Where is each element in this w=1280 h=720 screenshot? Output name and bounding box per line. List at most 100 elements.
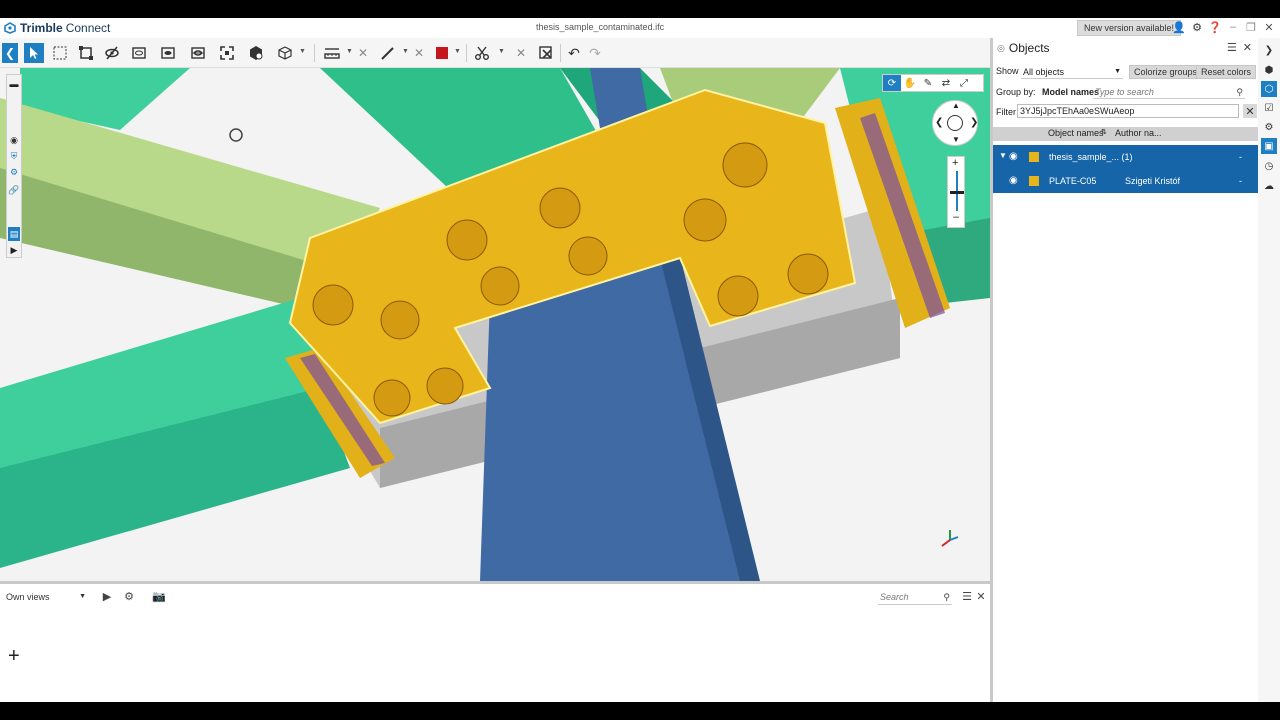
nav-right-icon[interactable]: ❯ — [970, 117, 978, 128]
help-icon[interactable]: ❓ — [1208, 20, 1222, 34]
eye-icon[interactable]: ◉ — [1009, 175, 1018, 186]
markup-clear-icon[interactable]: ✕ — [414, 46, 424, 60]
layers-icon[interactable]: ▤ — [8, 227, 20, 241]
object-icon — [250, 46, 263, 60]
model-scene[interactable] — [0, 68, 990, 581]
play-icon[interactable]: ▶ — [8, 243, 20, 257]
add-view-button[interactable]: + — [8, 646, 20, 666]
cube-icon[interactable]: ⬢ — [1261, 62, 1277, 78]
new-version-button[interactable]: New version available! — [1077, 20, 1182, 36]
panel-dock-icon[interactable]: ☰ — [960, 589, 974, 603]
toolbar-separator — [314, 44, 315, 62]
color-swatch[interactable] — [1029, 176, 1039, 186]
zoom-slider[interactable]: + – — [947, 156, 965, 228]
zoom-in-icon[interactable]: + — [952, 157, 958, 169]
gear-icon[interactable]: ⚙ — [1261, 119, 1277, 135]
cloud-icon[interactable]: ☁ — [1261, 178, 1277, 194]
select-tool-button[interactable] — [24, 43, 44, 63]
orbit-icon[interactable]: ⟳ — [883, 75, 901, 91]
file-name: thesis_sample_contaminated.ifc — [536, 22, 665, 32]
filter-clear-button[interactable]: ✕ — [1243, 104, 1257, 118]
pan-hand-icon[interactable]: ✋ — [901, 75, 919, 91]
section-icon — [132, 47, 146, 59]
scissors-button[interactable] — [472, 43, 492, 63]
section-button[interactable] — [129, 43, 149, 63]
checklist-icon[interactable]: ☑ — [1261, 100, 1277, 116]
measure-caret-icon[interactable]: ▼ — [346, 48, 353, 55]
objects-search-input[interactable]: Type to search ⚲ — [1093, 85, 1245, 99]
group-by-value[interactable]: Model names — [1042, 87, 1099, 97]
fit-button[interactable] — [76, 43, 96, 63]
gear-icon[interactable]: ⚙ — [122, 589, 136, 603]
hide-button[interactable] — [102, 43, 122, 63]
close-icon[interactable]: ✕ — [1262, 20, 1276, 34]
color-caret-icon[interactable]: ▼ — [454, 48, 461, 55]
user-icon[interactable]: 👤 — [1172, 20, 1186, 34]
clear-selection-button[interactable] — [536, 43, 556, 63]
slider-handle-icon[interactable]: ▬ — [8, 77, 20, 91]
expand-arrow-icon[interactable]: ▼ — [999, 151, 1007, 160]
eye-icon[interactable]: ◉ — [8, 133, 20, 147]
chevron-right-icon[interactable]: ❯ — [1261, 42, 1277, 58]
pin-icon[interactable]: ◎ — [997, 43, 1005, 54]
cube-button[interactable] — [275, 43, 295, 63]
column-object-names[interactable]: Object names — [1048, 128, 1104, 138]
markup-pen-button[interactable] — [378, 43, 398, 63]
link-icon[interactable]: 🔗 — [8, 183, 20, 197]
zoom-handle[interactable] — [950, 191, 964, 194]
expand-button[interactable] — [217, 43, 237, 63]
measure-button[interactable] — [322, 43, 342, 63]
minimize-icon[interactable]: – — [1226, 20, 1240, 34]
nav-left-icon[interactable]: ❮ — [935, 117, 943, 128]
restore-icon[interactable]: ❐ — [1244, 20, 1258, 34]
nav-center-icon[interactable] — [947, 115, 963, 131]
history-icon[interactable]: ◷ — [1261, 158, 1277, 174]
color-swatch[interactable] — [1029, 152, 1039, 162]
fullscreen-icon[interactable]: ⤢ — [955, 75, 973, 91]
scissors-clear-icon[interactable]: ✕ — [516, 46, 526, 60]
shield-icon[interactable]: ⛨ — [8, 149, 20, 163]
panel-dock-icon[interactable]: ☰ — [1227, 41, 1237, 54]
zoom-out-icon[interactable]: – — [953, 211, 959, 223]
objects-icon[interactable]: ⬡ — [1261, 81, 1277, 97]
close-icon[interactable]: ✕ — [974, 589, 988, 603]
isolate-button[interactable] — [188, 43, 208, 63]
gear-icon[interactable]: ⚙ — [8, 165, 20, 179]
table-row[interactable]: ◉ PLATE-C05 Szigeti Kristóf - — [993, 169, 1261, 193]
reset-colors-button[interactable]: Reset colors — [1196, 65, 1257, 79]
close-icon[interactable]: ✕ — [1243, 41, 1252, 54]
swap-icon[interactable]: ⇄ — [937, 75, 955, 91]
colorize-groups-button[interactable]: Colorize groups — [1129, 65, 1203, 79]
pen-caret-icon[interactable]: ▼ — [402, 48, 409, 55]
walk-icon[interactable]: ✎ — [919, 75, 937, 91]
show-select[interactable]: All objects ▼ — [1021, 65, 1123, 79]
nav-up-icon[interactable]: ▲ — [952, 101, 960, 110]
3d-viewport[interactable] — [0, 68, 990, 581]
cube-caret-icon[interactable]: ▼ — [299, 48, 306, 55]
scissors-caret-icon[interactable]: ▼ — [498, 48, 505, 55]
image-icon[interactable]: ▣ — [1261, 138, 1277, 154]
close-icon: ✕ — [1245, 105, 1255, 118]
gear-icon[interactable]: ⚙ — [1190, 20, 1204, 34]
measure-clear-icon[interactable]: ✕ — [358, 46, 368, 60]
sort-icon[interactable]: ⇅ — [1101, 128, 1107, 136]
undo-button[interactable]: ↶ — [564, 43, 584, 63]
redo-button[interactable]: ↷ — [585, 43, 605, 63]
object-button[interactable] — [246, 43, 266, 63]
camera-icon[interactable]: 📷 — [152, 589, 166, 603]
nav-down-icon[interactable]: ▼ — [952, 135, 960, 144]
views-search-input[interactable]: Search ⚲ — [878, 589, 952, 605]
top-letterbox — [0, 0, 1280, 18]
eye-icon[interactable]: ◉ — [1009, 151, 1018, 162]
views-search-placeholder: Search — [880, 592, 909, 602]
navigation-wheel[interactable]: ▲ ▼ ❮ ❯ — [932, 100, 978, 146]
views-select[interactable]: Own views ▼ — [4, 589, 88, 605]
clip-button[interactable] — [158, 43, 178, 63]
play-circle-icon[interactable]: ▶ — [100, 589, 114, 603]
filter-input[interactable]: 3YJ5jJpcTEhAa0eSWuAeop — [1017, 104, 1239, 118]
back-button[interactable]: ❮ — [2, 43, 18, 63]
table-row[interactable]: ▼ ◉ thesis_sample_... (1) - — [993, 145, 1261, 169]
markup-color-button[interactable] — [432, 43, 452, 63]
box-select-button[interactable] — [50, 43, 70, 63]
column-author-name[interactable]: Author na... — [1115, 128, 1162, 138]
